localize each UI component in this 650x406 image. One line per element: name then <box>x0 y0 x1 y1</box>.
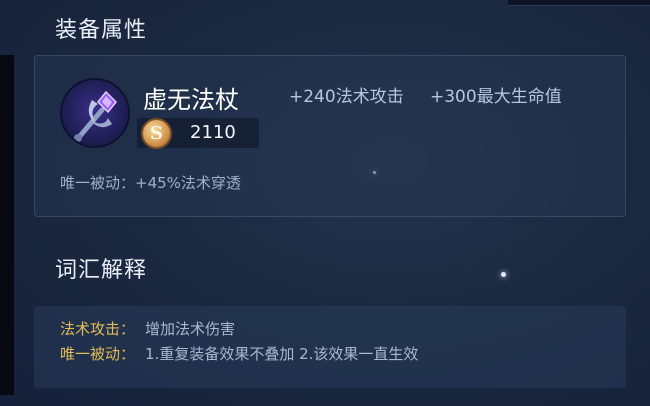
item-price: 2110 <box>190 122 236 143</box>
glossary-definition: 增加法术伤害 <box>145 320 236 338</box>
left-edge-strip <box>0 55 14 395</box>
glossary-term: 唯一被动： <box>60 345 136 363</box>
glossary-row: 唯一被动： 1.重复装备效果不叠加 2.该效果一直生效 <box>60 343 418 364</box>
glossary-row: 法术攻击： 增加法术伤害 <box>60 318 235 339</box>
top-right-panel-edge <box>508 0 650 6</box>
item-passive: 唯一被动：+45%法术穿透 <box>60 174 241 192</box>
gold-coin-icon: S <box>141 118 172 149</box>
glossary-section-title: 词汇解释 <box>55 258 148 283</box>
sparkle-decoration <box>501 272 506 277</box>
item-stat-max-hp: +300最大生命值 <box>430 87 562 107</box>
item-name: 虚无法杖 <box>143 86 239 114</box>
item-stat-magic-attack: +240法术攻击 <box>289 87 404 107</box>
void-staff-icon[interactable] <box>60 78 130 148</box>
glossary-term: 法术攻击： <box>60 320 136 338</box>
attributes-section-title: 装备属性 <box>55 18 148 43</box>
glossary-definition: 1.重复装备效果不叠加 2.该效果一直生效 <box>145 345 419 363</box>
